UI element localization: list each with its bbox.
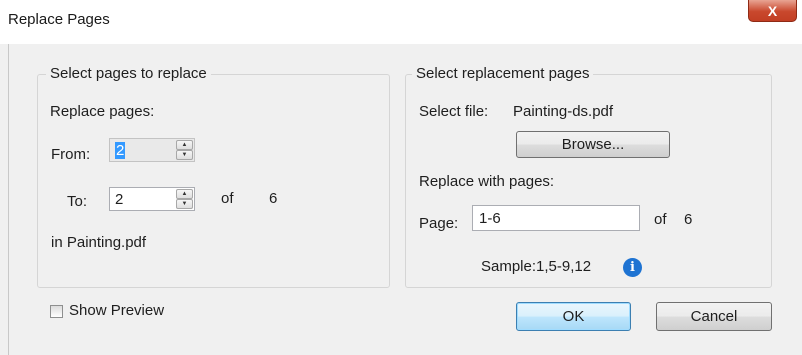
to-page-spinbox[interactable]: 2 ▲ ▼ [109,187,195,211]
ok-button-label: OK [562,308,585,325]
page-range-input[interactable]: 1-6 [472,205,640,231]
page-label: Page: [419,215,459,232]
window-frame-left [0,44,9,355]
close-button[interactable]: X [748,0,797,22]
info-icon[interactable]: i [623,258,642,277]
cancel-button[interactable]: Cancel [656,302,772,331]
of-label: of [221,190,234,207]
browse-button[interactable]: Browse... [516,131,670,158]
show-preview-label[interactable]: Show Preview [69,302,164,319]
title-bar: Replace Pages X [0,0,802,44]
source-file-label: in Painting.pdf [51,234,147,251]
select-pages-legend: Select pages to replace [46,65,211,82]
spin-down-icon[interactable]: ▼ [176,150,193,160]
total-pages-value: 6 [269,190,278,207]
cancel-button-label: Cancel [690,308,738,325]
ok-button[interactable]: OK [516,302,631,331]
replacement-pages-legend: Select replacement pages [412,65,594,82]
close-icon: X [767,2,778,19]
browse-button-label: Browse... [561,136,625,153]
from-page-value: 2 [115,142,126,159]
spin-up-icon[interactable]: ▲ [176,140,193,150]
of-label: of [654,211,667,228]
spin-down-icon[interactable]: ▼ [176,199,193,209]
page-range-value: 1-6 [479,210,501,227]
dialog-title: Replace Pages [8,11,110,28]
file-name-value: Painting-ds.pdf [513,103,614,120]
to-page-value: 2 [115,191,124,208]
to-label: To: [67,193,88,210]
from-page-spinbox[interactable]: 2 ▲ ▼ [109,138,195,162]
select-file-label: Select file: [419,103,489,120]
from-label: From: [51,146,91,163]
replace-pages-label: Replace pages: [50,103,155,120]
total-pages-value: 6 [684,211,693,228]
replace-with-label: Replace with pages: [419,173,555,190]
sample-text: Sample:1,5-9,12 [481,258,592,275]
show-preview-checkbox[interactable] [50,305,63,318]
spin-up-icon[interactable]: ▲ [176,189,193,199]
